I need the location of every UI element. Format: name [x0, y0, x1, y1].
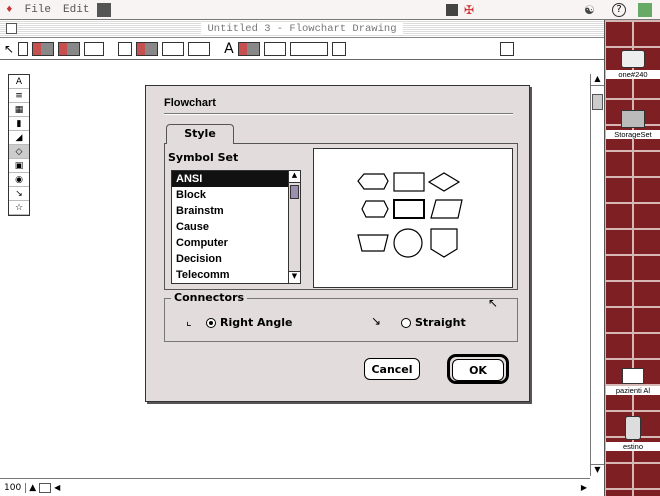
desktop: one#240 StorageSet pazienti Al estino: [604, 20, 660, 496]
pattern-icon[interactable]: [136, 41, 159, 56]
grid-icon[interactable]: [118, 41, 133, 56]
straight-radio[interactable]: Straight: [401, 316, 466, 329]
horizontal-scrollbar[interactable]: 100 ▲ ◀ ▶: [0, 478, 590, 496]
toolbar: ↖ A: [0, 38, 604, 60]
right-angle-radio[interactable]: Right Angle: [206, 316, 292, 329]
decision-shape: [427, 172, 461, 192]
tool-palette: A ≡ ▦ ▮ ◢ ◇ ▣ ◉ ↘ ☆: [8, 74, 30, 216]
zoom-level[interactable]: 100: [0, 482, 27, 493]
list-scrollbar[interactable]: ▲ ▼: [288, 171, 300, 283]
arrow-style-icon[interactable]: [162, 41, 185, 56]
rectangle-tool-icon[interactable]: [18, 41, 29, 56]
line-color-icon[interactable]: [58, 41, 81, 56]
window-title-bar[interactable]: Untitled 3 - Flowchart Drawing: [0, 20, 604, 38]
preparation-shape: [361, 200, 389, 218]
desktop-icon-2[interactable]: StorageSet: [606, 110, 660, 139]
help-icon[interactable]: ?: [612, 3, 626, 17]
text-color-icon[interactable]: [237, 41, 260, 56]
list-item[interactable]: Cause: [172, 219, 289, 235]
radio-button[interactable]: [401, 317, 411, 328]
predefined-process-shape: [393, 199, 425, 219]
connector-shape: [393, 228, 423, 258]
finder-icon[interactable]: ☯: [584, 3, 595, 17]
pointer-tool-icon[interactable]: ↖: [4, 42, 14, 56]
scroll-up-arrow-icon[interactable]: ▲: [591, 74, 604, 86]
manual-operation-shape: [357, 234, 389, 252]
scroll-up-arrow-icon[interactable]: ▲: [289, 171, 300, 183]
list-item[interactable]: Brainstm: [172, 203, 289, 219]
apple-menu-icon[interactable]: ♦: [0, 4, 19, 16]
list-tool-icon[interactable]: ≡: [9, 89, 29, 103]
computer-icon: [621, 50, 645, 68]
vertical-scrollbar[interactable]: ▲ ▼: [590, 74, 604, 476]
app-menu-icon[interactable]: [97, 2, 112, 17]
shadow-icon[interactable]: [188, 41, 211, 56]
page-icon[interactable]: [39, 482, 52, 493]
mouse-cursor-icon: ↖: [488, 296, 499, 310]
list-item[interactable]: ANSI: [172, 171, 289, 187]
folder-icon: [622, 368, 644, 384]
scroll-thumb[interactable]: [592, 94, 603, 110]
list-item[interactable]: Computer: [172, 235, 289, 251]
file-menu[interactable]: File: [19, 4, 57, 16]
symbol-set-label: Symbol Set: [168, 151, 239, 164]
process-shape: [393, 172, 425, 192]
table-tool-icon[interactable]: ▦: [9, 103, 29, 117]
org-chart-tool-icon[interactable]: ◢: [9, 131, 29, 145]
window-close-box[interactable]: [6, 23, 17, 34]
connectors-label: Connectors: [171, 291, 248, 304]
scroll-left-arrow-icon[interactable]: ◀: [51, 483, 63, 492]
ok-button[interactable]: OK: [452, 359, 504, 381]
keyboard-icon[interactable]: ✠: [464, 3, 474, 17]
list-item[interactable]: Decision: [172, 251, 289, 267]
text-tool-icon[interactable]: A: [9, 75, 29, 89]
storage-drive-icon: [621, 110, 645, 128]
straight-connector-icon: ↘: [371, 314, 382, 328]
flowchart-dialog: Flowchart Style Symbol Set ANSI Block Br…: [145, 85, 530, 402]
scroll-down-arrow-icon[interactable]: ▼: [591, 464, 604, 476]
scroll-right-arrow-icon[interactable]: ▶: [578, 483, 590, 492]
zoom-mountain-icon[interactable]: ▲: [26, 483, 39, 493]
fill-color-icon[interactable]: [32, 41, 55, 56]
image-tool-icon[interactable]: ▣: [9, 159, 29, 173]
star-tool-icon[interactable]: ☆: [9, 201, 29, 215]
chart-tool-icon[interactable]: ▮: [9, 117, 29, 131]
offpage-connector-shape: [430, 228, 458, 258]
line-style-icon[interactable]: [84, 41, 105, 56]
frame-icon[interactable]: [331, 41, 346, 56]
window-title: Untitled 3 - Flowchart Drawing: [201, 22, 403, 35]
menu-bar: ♦ File Edit ✠ ☯ ?: [0, 0, 660, 20]
app-switcher-icon[interactable]: [446, 4, 458, 16]
tab-style[interactable]: Style: [166, 124, 234, 144]
line-tool-icon[interactable]: ↘: [9, 187, 29, 201]
cancel-button[interactable]: Cancel: [364, 358, 420, 380]
list-item[interactable]: Telecomm: [172, 267, 289, 283]
application-icon[interactable]: [638, 3, 652, 17]
list-item[interactable]: Block: [172, 187, 289, 203]
text-tool-icon[interactable]: A: [224, 41, 234, 57]
edit-menu[interactable]: Edit: [57, 4, 95, 16]
data-shape: [430, 199, 463, 219]
scroll-thumb[interactable]: [290, 185, 299, 199]
symbol-set-list[interactable]: ANSI Block Brainstm Cause Computer Decis…: [171, 170, 301, 284]
symbol-preview: [313, 148, 513, 288]
radio-label: Straight: [415, 316, 466, 329]
desktop-icon-1[interactable]: one#240: [606, 50, 660, 79]
symbol-preview-shapes: [357, 172, 463, 258]
font-size-icon[interactable]: [263, 41, 286, 56]
desktop-icon-3[interactable]: pazienti Al: [606, 368, 660, 395]
radio-button[interactable]: [206, 317, 216, 328]
divider: [164, 113, 513, 115]
trash-icon: [625, 416, 641, 440]
desktop-icon-4[interactable]: estino: [606, 416, 660, 451]
dialog-title: Flowchart: [164, 97, 216, 109]
right-angle-connector-icon: ⌞: [186, 314, 192, 328]
scroll-down-arrow-icon[interactable]: ▼: [289, 271, 300, 283]
flowchart-tool-icon[interactable]: ◇: [9, 145, 29, 159]
toolbar-options-icon[interactable]: [499, 41, 514, 56]
text-style-icon[interactable]: [289, 41, 328, 56]
radio-label: Right Angle: [220, 316, 293, 329]
stamp-tool-icon[interactable]: ◉: [9, 173, 29, 187]
terminator-shape: [357, 173, 389, 190]
